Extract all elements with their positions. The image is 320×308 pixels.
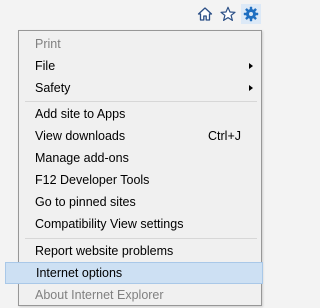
menu-item-manage-add-ons[interactable]: Manage add-ons — [21, 147, 259, 169]
menu-item-go-to-pinned-sites[interactable]: Go to pinned sites — [21, 191, 259, 213]
browser-toolbar — [0, 0, 265, 30]
menu-item-label: Report website problems — [35, 244, 174, 258]
menu-item-internet-options[interactable]: Internet options — [5, 262, 263, 284]
menu-item-about-internet-explorer[interactable]: About Internet Explorer — [21, 284, 259, 306]
menu-item-label: Compatibility View settings — [35, 217, 184, 231]
tools-dropdown-menu: Print File Safety Add site to Apps View … — [5, 30, 263, 306]
menu-item-view-downloads[interactable]: View downloads Ctrl+J — [21, 125, 259, 147]
menu-separator — [25, 238, 257, 239]
menu-item-label: View downloads — [35, 129, 126, 143]
submenu-arrow-icon — [249, 85, 253, 91]
tools-gear-icon[interactable] — [241, 4, 261, 24]
home-icon[interactable] — [195, 4, 215, 24]
menu-item-label: Internet options — [36, 266, 123, 280]
menu-item-f12-developer-tools[interactable]: F12 Developer Tools — [21, 169, 259, 191]
menu-item-shortcut: Ctrl+J — [208, 129, 241, 143]
submenu-arrow-icon — [249, 63, 253, 69]
menu-item-compatibility-view-settings[interactable]: Compatibility View settings — [21, 213, 259, 235]
menu-item-label: About Internet Explorer — [35, 288, 164, 302]
menu-item-file[interactable]: File — [21, 55, 259, 77]
menu-item-label: Go to pinned sites — [35, 195, 136, 209]
menu-item-label: Safety — [35, 81, 71, 95]
menu-item-label: Print — [35, 37, 61, 51]
menu-item-label: File — [35, 59, 56, 73]
menu-item-label: F12 Developer Tools — [35, 173, 150, 187]
menu-separator — [25, 101, 257, 102]
menu-item-add-site-to-apps[interactable]: Add site to Apps — [21, 103, 259, 125]
menu-item-label: Add site to Apps — [35, 107, 126, 121]
favorites-star-icon[interactable] — [218, 4, 238, 24]
menu-item-safety[interactable]: Safety — [21, 77, 259, 99]
menu-item-report-website-problems[interactable]: Report website problems — [21, 240, 259, 262]
menu-item-label: Manage add-ons — [35, 151, 129, 165]
menu-item-print[interactable]: Print — [21, 33, 259, 55]
